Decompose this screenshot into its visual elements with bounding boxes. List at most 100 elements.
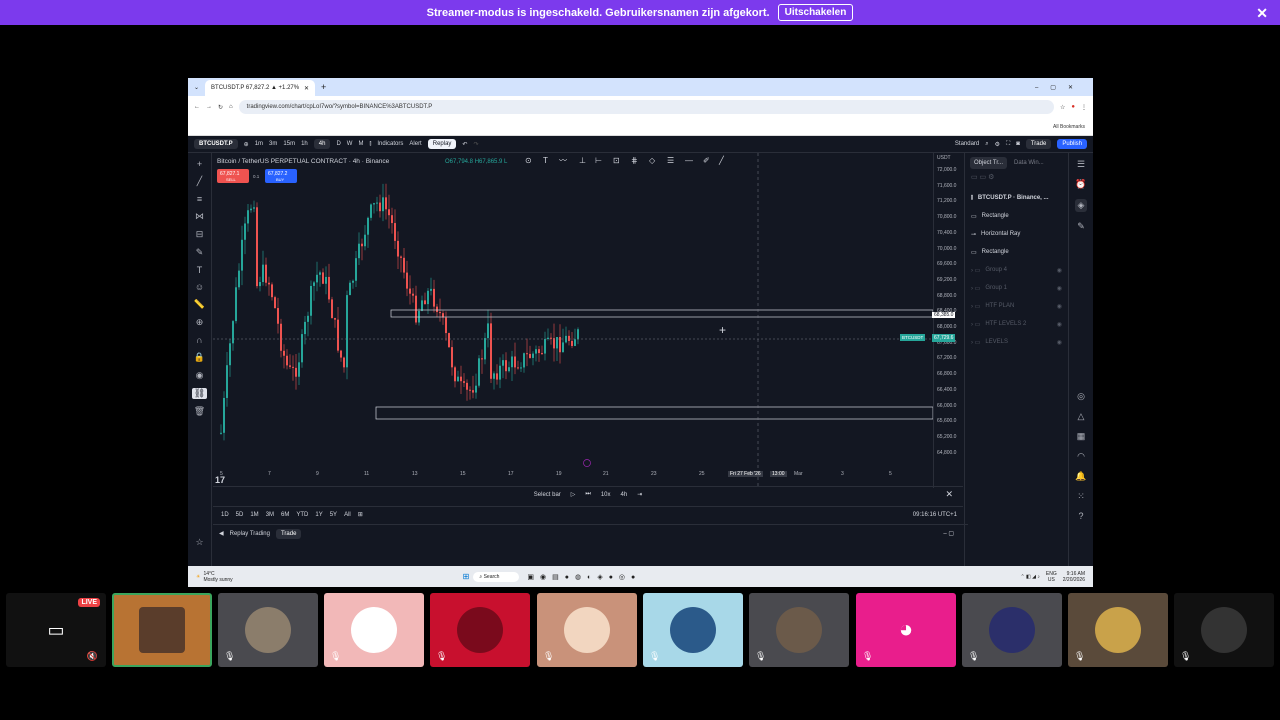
cursor-icon[interactable]: ⊙ (525, 156, 532, 165)
tree-group-htf-levels-2[interactable]: › ▭ HTF LEVELS 2 ◉ (965, 315, 1068, 333)
tab-object-tree[interactable]: Object Tr... (970, 157, 1008, 169)
bell-icon[interactable]: 🔔 (1075, 471, 1086, 482)
range-5d[interactable]: 5D (236, 512, 244, 518)
tree-group-1[interactable]: › ▭ Group 1 ◉ (965, 279, 1068, 297)
tray-icons[interactable]: ⌃ ◧ ◢ ♪ (1020, 574, 1039, 580)
taskbar-search[interactable]: ⌕ Search (473, 571, 520, 582)
tree-item-horizontal-ray[interactable]: ⊸ Horizontal Ray (965, 225, 1068, 243)
eye-icon[interactable]: ◉ (1057, 339, 1062, 346)
participant-tile-8[interactable]: ◕ 🎙 (856, 593, 956, 667)
participant-tile-6[interactable]: 🎙 (643, 593, 743, 667)
region-code[interactable]: US (1046, 577, 1057, 583)
alerts-clock-icon[interactable]: ⏰ (1075, 179, 1086, 190)
tab-data-window[interactable]: Data Win... (1010, 157, 1048, 169)
camera-icon[interactable]: ◙ (1016, 141, 1020, 147)
menu-icon[interactable]: ⋮ (1081, 104, 1087, 111)
zone-rectangle-lower[interactable] (375, 406, 933, 420)
zone-rectangle-upper[interactable] (390, 309, 933, 318)
eye-icon[interactable]: ◉ (1057, 285, 1062, 292)
replay-interval[interactable]: 4h (621, 492, 628, 498)
crosshair-tool-icon[interactable]: + (197, 159, 202, 169)
fullscreen-icon[interactable]: ⛶ (1006, 141, 1010, 148)
indicators-button[interactable]: Indicators (377, 141, 403, 147)
eye-icon[interactable]: ◉ (1057, 321, 1062, 328)
participant-tile-2[interactable]: 🎙 (218, 593, 318, 667)
tree-group-htf-plan[interactable]: › ▭ HTF PLAN ◉ (965, 297, 1068, 315)
start-icon[interactable]: ⊞ (463, 572, 470, 581)
all-bookmarks[interactable]: All Bookmarks (1053, 124, 1085, 130)
range-5y[interactable]: 5Y (330, 512, 337, 518)
add-symbol-icon[interactable]: ⊕ (244, 141, 249, 148)
signal-icon[interactable]: △ (1078, 411, 1085, 422)
currency-label[interactable]: USDT (937, 155, 951, 161)
participant-tile-7[interactable]: 🎙 (749, 593, 849, 667)
price-axis[interactable]: USDT 72,000.0 71,600.0 71,200.0 70,800.0 70,… (933, 153, 963, 488)
back-icon[interactable]: ← (194, 104, 200, 110)
home-icon[interactable]: ⌂ (229, 104, 233, 110)
tree-symbol[interactable]: ⫾ BTCUSDT.P · Binance, ... (965, 189, 1068, 207)
participant-tile-5[interactable]: 🎙 (537, 593, 637, 667)
event-marker-icon[interactable] (583, 459, 591, 467)
step-forward-icon[interactable]: ⏭ (585, 491, 590, 498)
participant-tile-4[interactable]: 🎙 (430, 593, 530, 667)
participant-tile-3[interactable]: 🎙 (324, 593, 424, 667)
chevron-down-icon[interactable]: ⌄ (188, 84, 205, 91)
participant-tile-9[interactable]: 🎙 (962, 593, 1062, 667)
channel-icon[interactable]: ⋕ (631, 156, 638, 165)
interval-d[interactable]: D (336, 141, 340, 147)
new-tab-icon[interactable]: + (315, 82, 332, 92)
interval-w[interactable]: W (347, 141, 353, 147)
disable-button[interactable]: Uitschakelen (777, 4, 854, 21)
weather-desc[interactable]: Mostly sunny (203, 577, 232, 583)
apps-icon[interactable]: ⁙ (1077, 491, 1085, 502)
window-controls[interactable]: –▢✕ (1035, 84, 1093, 91)
select-bar-button[interactable]: Select bar (534, 492, 561, 498)
fib-tool-icon[interactable]: ≡ (197, 194, 202, 204)
candles-icon[interactable]: ⫾ (369, 141, 371, 148)
icon-tool-icon[interactable]: ☺ (195, 282, 204, 292)
interval-3m[interactable]: 3m (269, 141, 277, 147)
replay-trading-label[interactable]: Replay Trading (230, 531, 270, 537)
time-axis[interactable]: Fri 27 Feb '26 13:00 5 7 9 11 13 15 17 19 21 23 25… (213, 471, 933, 483)
lock-drawing-icon[interactable]: 🔒 (194, 352, 205, 363)
fork-icon[interactable]: ⊥ (579, 156, 586, 165)
range-1y[interactable]: 1Y (315, 512, 322, 518)
close-icon[interactable]: ✕ (1256, 5, 1268, 22)
range-all[interactable]: All (344, 512, 351, 518)
range-6m[interactable]: 6M (281, 512, 289, 518)
play-icon[interactable]: ▷ (571, 491, 576, 498)
eye-icon[interactable]: ◉ (1057, 303, 1062, 310)
utc-clock[interactable]: 09:16:16 UTC+1 (913, 512, 963, 518)
zoom-tool-icon[interactable]: ⊕ (196, 317, 204, 328)
close-replay-icon[interactable]: ✕ (945, 489, 953, 500)
layout-select[interactable]: Standard (955, 141, 979, 147)
wave-icon[interactable]: 〰 (559, 156, 567, 165)
interval-4h[interactable]: 4h (313, 139, 331, 149)
diamond-icon[interactable]: ◇ (649, 156, 656, 165)
settings-icon[interactable]: ⚙ (995, 141, 1000, 148)
forward-icon[interactable]: → (206, 104, 212, 110)
range-1m[interactable]: 1M (250, 512, 258, 518)
tree-group-levels[interactable]: › ▭ LEVELS ◉ (965, 333, 1068, 351)
close-tab-icon[interactable]: ✕ (304, 85, 309, 92)
range-1d[interactable]: 1D (221, 512, 229, 518)
target-icon[interactable]: ◎ (1077, 391, 1085, 402)
text-icon[interactable]: T (543, 156, 548, 165)
participant-tile-11[interactable]: 🎙 (1174, 593, 1274, 667)
trash-icon[interactable]: 🗑 (194, 406, 205, 417)
brush-tool-icon[interactable]: ✎ (196, 247, 204, 258)
tree-item-rectangle-1[interactable]: ▭ Rectangle (965, 207, 1068, 225)
extensions-icon[interactable]: ● (1071, 104, 1075, 110)
eye-icon[interactable]: ◉ (1057, 267, 1062, 274)
range-icon[interactable]: ⊢ (595, 156, 602, 165)
undo-icon[interactable]: ↶ (462, 141, 467, 148)
link-icon[interactable]: ⛓ (191, 388, 208, 399)
eye-icon[interactable]: ◉ (196, 370, 204, 381)
interval-1m[interactable]: 1m (255, 141, 263, 147)
search-icon[interactable]: ⌕ (985, 141, 988, 148)
replay-button[interactable]: Replay (427, 139, 457, 149)
calendar-icon[interactable]: ▦ (1077, 431, 1086, 442)
hline-icon[interactable]: — (685, 156, 693, 165)
alert-button[interactable]: Alert (409, 141, 421, 147)
magnet-tool-icon[interactable]: ∩ (196, 335, 202, 345)
